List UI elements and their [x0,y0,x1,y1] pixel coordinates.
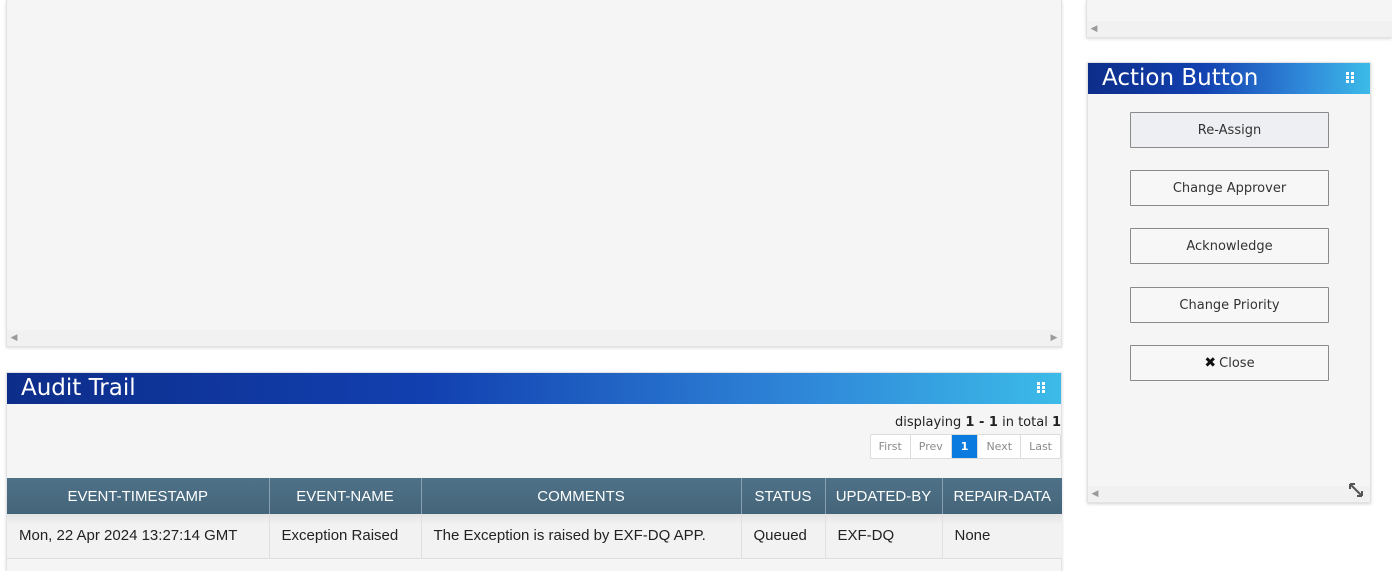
column-header[interactable]: STATUS [741,478,826,514]
change-priority-button[interactable]: Change Priority [1130,287,1329,323]
cell-status: Queued [741,514,826,559]
button-label: Acknowledge [1186,238,1273,254]
displaying-middle: in total [1002,415,1048,430]
cell-updated-by: EXF-DQ [825,514,943,559]
horizontal-scrollbar[interactable]: ◀ ▶ [7,330,1061,346]
pagination: First Prev 1 Next Last [869,434,1061,459]
column-header[interactable]: EVENT-TIMESTAMP [7,478,270,514]
pager-first[interactable]: First [871,435,911,458]
action-button-panel: Action Button Re-Assign Change Approver … [1087,62,1371,503]
pager-prev[interactable]: Prev [911,435,952,458]
displaying-range: 1 - 1 [965,415,998,430]
cell-event-timestamp: Mon, 22 Apr 2024 13:27:14 GMT [7,514,270,559]
column-header[interactable]: COMMENTS [421,478,742,514]
pager-current[interactable]: 1 [951,435,979,458]
horizontal-scrollbar[interactable]: ◀ [1088,486,1370,502]
audit-table: EVENT-TIMESTAMP EVENT-NAME COMMENTS STAT… [7,478,1062,559]
cell-comments: The Exception is raised by EXF-DQ APP. [421,514,742,559]
scroll-left-icon[interactable]: ◀ [7,330,21,346]
close-button[interactable]: ✖ Close [1130,345,1329,381]
close-x-icon: ✖ [1204,355,1217,371]
displaying-total: 1 [1051,415,1061,430]
button-label: Change Priority [1179,297,1280,313]
column-header[interactable]: EVENT-NAME [269,478,422,514]
drag-grip-icon[interactable] [1037,382,1047,394]
displaying-prefix: displaying [895,415,962,430]
pager-next[interactable]: Next [978,435,1022,458]
acknowledge-button[interactable]: Acknowledge [1130,228,1329,264]
scroll-left-icon[interactable]: ◀ [1087,21,1101,37]
re-assign-button[interactable]: Re-Assign [1130,112,1329,148]
table-header-row: EVENT-TIMESTAMP EVENT-NAME COMMENTS STAT… [7,478,1062,514]
button-label: Change Approver [1172,180,1287,196]
panel-header: Action Button [1088,63,1370,94]
table-row[interactable]: Mon, 22 Apr 2024 13:27:14 GMT Exception … [7,514,1062,559]
column-header[interactable]: UPDATED-BY [825,478,943,514]
change-approver-button[interactable]: Change Approver [1130,170,1329,206]
button-label: Re-Assign [1197,122,1262,138]
panel-title: Action Button [1102,65,1259,91]
pager-last[interactable]: Last [1021,435,1060,458]
cell-event-name: Exception Raised [269,514,422,559]
top-left-panel: ◀ ▶ [6,0,1062,347]
audit-trail-panel: Audit Trail displaying 1 - 1 in total 1 … [6,372,1062,571]
column-header[interactable]: REPAIR-DATA [942,478,1062,514]
resize-icon[interactable] [1348,482,1364,498]
top-right-panel: ◀ [1086,0,1392,38]
drag-grip-icon[interactable] [1346,72,1356,84]
scroll-right-icon[interactable]: ▶ [1047,330,1061,346]
panel-title: Audit Trail [21,375,136,401]
displaying-count: displaying 1 - 1 in total 1 [895,415,1061,430]
horizontal-scrollbar[interactable]: ◀ [1087,21,1392,37]
scroll-left-icon[interactable]: ◀ [1088,486,1102,502]
cell-repair-data: None [942,514,1062,559]
button-label: Close [1219,355,1255,371]
panel-header: Audit Trail [7,373,1061,404]
